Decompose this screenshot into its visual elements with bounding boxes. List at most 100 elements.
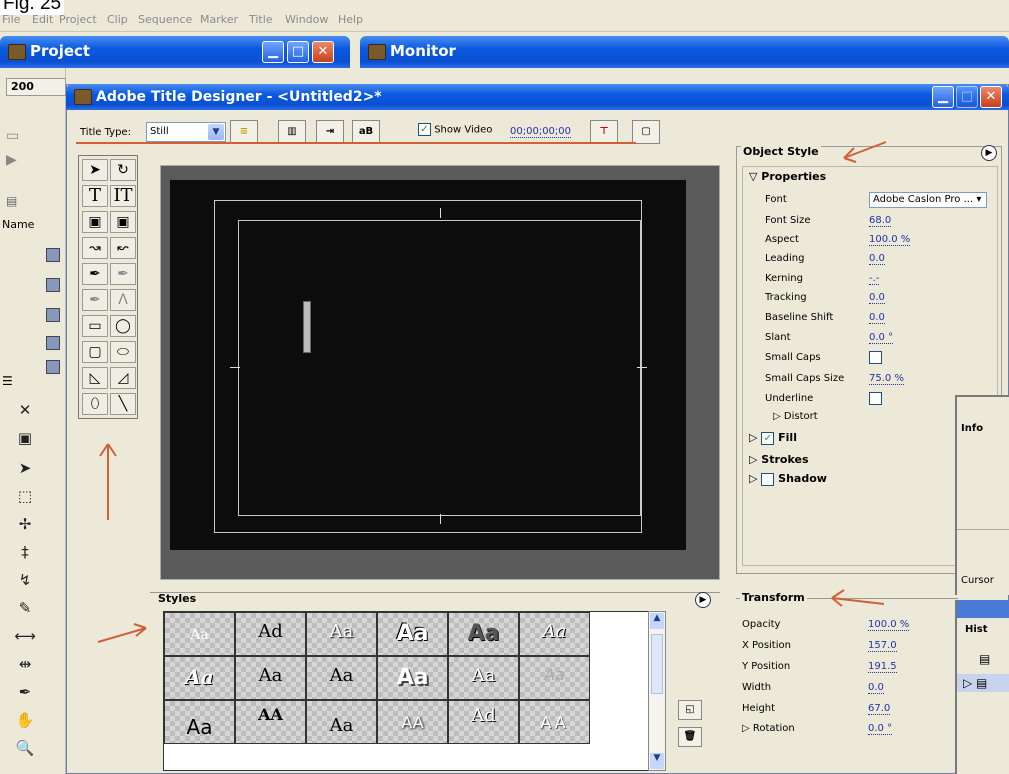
bin-icon[interactable]: ▤ <box>6 194 17 208</box>
project-titlebar[interactable]: Project ▁ □ ✕ <box>0 36 350 68</box>
info-tab[interactable]: Info <box>961 423 983 434</box>
kerning-value[interactable]: -.- <box>869 273 880 285</box>
hand-tool-icon[interactable]: ✋ <box>10 706 40 734</box>
style-swatch[interactable]: Aa <box>306 612 377 656</box>
ellipse-tool-icon[interactable]: ◯ <box>110 315 136 337</box>
rounded-rect-tool-icon[interactable]: ▢ <box>82 341 108 363</box>
arc-tool-icon[interactable]: ◿ <box>110 367 136 389</box>
style-swatch[interactable]: Aa <box>235 656 306 700</box>
minimize-button[interactable]: ▁ <box>262 41 284 63</box>
menu-project[interactable]: Project <box>59 13 97 26</box>
vertical-type-tool-icon[interactable]: IT <box>110 185 136 207</box>
scroll-thumb[interactable] <box>651 634 663 694</box>
shadow-section[interactable]: ▷ Shadow <box>749 472 827 486</box>
panel-menu-icon[interactable]: ▶ <box>981 145 997 161</box>
rotation-section[interactable]: ▷ Rotation <box>742 723 795 734</box>
roll-crawl-options-button[interactable]: ≡ <box>230 120 258 144</box>
menu-window[interactable]: Window <box>285 13 328 26</box>
checkbox-checked-icon[interactable]: ✓ <box>761 431 775 445</box>
clip-icon[interactable] <box>46 308 60 322</box>
monitor-titlebar[interactable]: Monitor <box>360 36 1009 68</box>
style-swatch[interactable]: Aa <box>448 612 519 656</box>
add-anchor-icon[interactable]: ✒ <box>110 263 136 285</box>
panel-menu-icon[interactable]: ▶ <box>695 592 711 608</box>
title-type-select[interactable]: Still ▼ <box>146 122 226 142</box>
new-style-button[interactable]: ◱ <box>678 700 702 720</box>
opacity-value[interactable]: 100.0 % <box>868 619 910 631</box>
slant-value[interactable]: 0.0 ° <box>869 332 894 344</box>
rotation-value[interactable]: 0.0 ° <box>868 723 893 735</box>
selection-tool-icon[interactable]: ➤ <box>10 454 40 482</box>
name-column-header[interactable]: Name <box>2 218 34 231</box>
history-item-icon[interactable]: ▷ ▤ <box>963 676 987 690</box>
pen-tool-icon[interactable]: ✒ <box>82 263 108 285</box>
history-titlebar[interactable] <box>957 600 1009 618</box>
safe-area-button[interactable]: ▢ <box>632 120 660 144</box>
selection-tool-icon[interactable]: ➤ <box>82 159 108 181</box>
maximize-button[interactable]: □ <box>287 41 309 63</box>
delete-style-button[interactable]: 🗑 <box>678 727 702 747</box>
font-select[interactable]: Adobe Caslon Pro ... ▾ <box>869 192 987 208</box>
style-swatch[interactable]: Aa <box>164 656 235 700</box>
list-view-icon[interactable]: ☰ <box>2 374 13 388</box>
style-swatch[interactable]: Ad <box>235 612 306 656</box>
clip-icon[interactable] <box>46 248 60 262</box>
scroll-down-icon[interactable]: ▼ <box>650 753 664 769</box>
wedge-tool-icon[interactable]: ◺ <box>82 367 108 389</box>
minimize-button[interactable]: ▁ <box>932 86 954 108</box>
rolling-edit-icon[interactable]: ‡ <box>10 538 40 566</box>
menu-title[interactable]: Title <box>249 13 273 26</box>
font-size-value[interactable]: 68.0 <box>869 215 892 227</box>
style-swatch[interactable]: Aa <box>306 700 377 744</box>
range-select-icon[interactable]: ⬚ <box>10 482 40 510</box>
area-type-tool-icon[interactable]: ▣ <box>82 211 108 233</box>
zoom-tool-icon[interactable]: 🔍 <box>10 734 40 762</box>
history-tab[interactable]: Hist <box>965 624 988 635</box>
clipped-rect-tool-icon[interactable]: ⬭ <box>110 341 136 363</box>
maximize-button[interactable]: □ <box>956 86 978 108</box>
vertical-path-type-icon[interactable]: ↜ <box>110 237 136 259</box>
style-swatch[interactable]: Aa <box>164 612 235 656</box>
clip-icon[interactable] <box>46 360 60 374</box>
close-button[interactable]: ✕ <box>980 86 1002 108</box>
scroll-up-icon[interactable]: ▲ <box>650 613 664 629</box>
rotation-tool-icon[interactable]: ↻ <box>110 159 136 181</box>
aspect-value[interactable]: 100.0 % <box>869 234 911 246</box>
menu-clip[interactable]: Clip <box>107 13 128 26</box>
width-value[interactable]: 0.0 <box>868 682 884 694</box>
x-position-value[interactable]: 157.0 <box>868 640 897 652</box>
show-video-toggle[interactable]: ✓ Show Video <box>418 123 492 136</box>
play-icon[interactable]: ▶ <box>6 152 17 168</box>
history-item-icon[interactable]: ▤ <box>979 652 990 666</box>
style-swatch[interactable]: Aa <box>377 656 448 700</box>
style-swatch[interactable]: Aa <box>519 612 590 656</box>
styles-scrollbar[interactable]: ▲ ▼ <box>648 611 666 771</box>
style-swatch[interactable]: AA <box>235 700 306 744</box>
properties-section[interactable]: ▽ Properties <box>749 170 826 183</box>
vertical-area-type-icon[interactable]: ▣ <box>110 211 136 233</box>
pen-tool-icon[interactable]: ✒ <box>10 678 40 706</box>
underline-checkbox[interactable] <box>869 391 882 405</box>
type-tool-icon[interactable]: T <box>82 185 108 207</box>
clip-icon[interactable] <box>46 336 60 350</box>
clip-icon[interactable] <box>46 278 60 292</box>
leading-value[interactable]: 0.0 <box>869 253 885 265</box>
close-button[interactable]: ✕ <box>312 41 334 63</box>
y-position-value[interactable]: 191.5 <box>868 661 897 673</box>
slip-tool-icon[interactable]: ⟷ <box>10 622 40 650</box>
background-frame-button[interactable]: ⊤ <box>590 120 618 144</box>
drawing-area[interactable] <box>170 180 686 550</box>
style-swatch[interactable]: Aa <box>519 656 590 700</box>
style-swatch[interactable]: Aa <box>164 700 235 744</box>
font-browser-button[interactable]: aB <box>352 120 380 144</box>
height-value[interactable]: 67.0 <box>868 703 891 715</box>
menu-marker[interactable]: Marker <box>200 13 238 26</box>
razor-icon[interactable]: ✎ <box>10 594 40 622</box>
project-tab[interactable]: 200 <box>6 78 66 96</box>
menu-help[interactable]: Help <box>338 13 363 26</box>
style-swatch[interactable]: Ad <box>448 700 519 744</box>
checkbox-checked-icon[interactable]: ✓ <box>418 123 431 136</box>
line-tool-icon[interactable]: ╲ <box>110 393 136 415</box>
style-swatch[interactable]: Aa <box>448 656 519 700</box>
close-palette-icon[interactable]: ✕ <box>10 396 40 424</box>
